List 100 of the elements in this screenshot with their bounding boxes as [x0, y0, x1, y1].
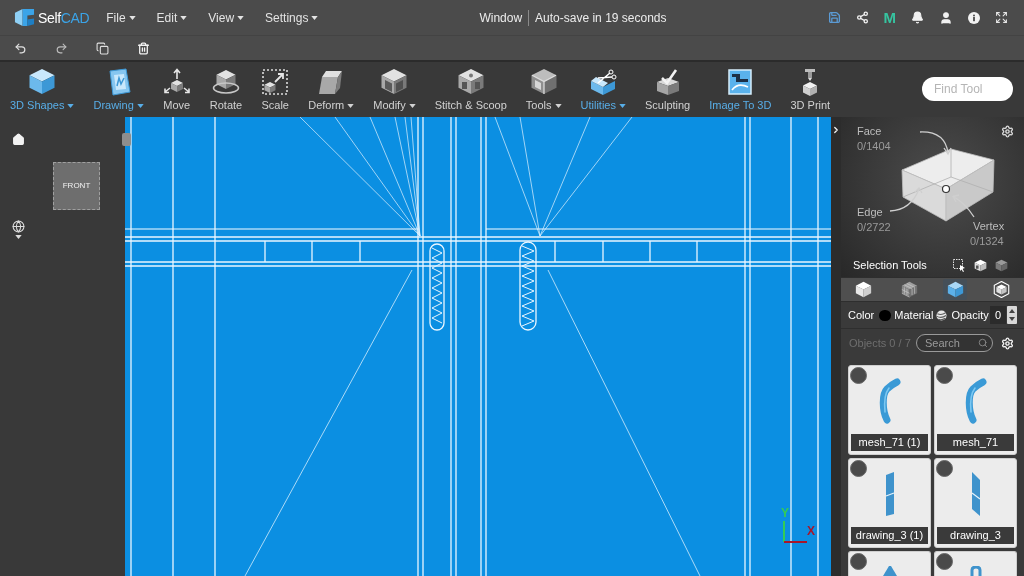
- box-scissors-icon: [589, 68, 618, 96]
- info-icon[interactable]: [968, 11, 980, 24]
- color-swatch-icon[interactable]: [879, 309, 892, 321]
- globe-icon[interactable]: [12, 220, 25, 233]
- tool-button[interactable]: Image To 3D: [709, 68, 772, 112]
- selection-type-label: Face: [857, 125, 882, 138]
- curved-bar-thumbnail: [963, 378, 988, 424]
- tool-button[interactable]: Modify: [373, 68, 416, 112]
- user-icon[interactable]: [939, 10, 953, 25]
- cube-select-icon[interactable]: [974, 258, 987, 272]
- fullscreen-icon[interactable]: [995, 11, 1008, 24]
- tool-button[interactable]: Move: [162, 68, 191, 112]
- object-name: mesh_71: [937, 434, 1014, 451]
- striped-sphere-icon[interactable]: [936, 309, 948, 321]
- tool-button[interactable]: Tools: [525, 68, 562, 112]
- share-icon[interactable]: [855, 11, 869, 24]
- slanted-panel-thumbnail: [883, 471, 896, 517]
- caret-icon: [237, 15, 245, 20]
- caret-icon: [180, 15, 188, 20]
- grid-cube-icon: [901, 281, 919, 298]
- tool-button[interactable]: Utilities: [580, 68, 626, 112]
- solid-block-icon[interactable]: [995, 258, 1008, 272]
- menu-button[interactable]: File: [106, 8, 136, 27]
- redo-icon[interactable]: [55, 41, 68, 55]
- object-card[interactable]: [934, 551, 1017, 576]
- tool-button[interactable]: Rotate: [209, 68, 243, 112]
- settings-icon[interactable]: [1001, 125, 1014, 138]
- object-card[interactable]: [848, 551, 931, 576]
- caret-icon: [619, 103, 626, 108]
- caret-icon: [15, 235, 22, 239]
- stepper-arrows-icon[interactable]: [1007, 306, 1017, 324]
- undo-icon[interactable]: [14, 41, 27, 55]
- selection-mode-button[interactable]: [943, 279, 968, 300]
- search-field[interactable]: Search: [916, 334, 993, 352]
- home-icon[interactable]: [12, 133, 25, 146]
- solid-cube-icon: [855, 281, 873, 298]
- tool-button[interactable]: 3D Shapes: [10, 68, 75, 112]
- color-label: Color: [848, 307, 875, 323]
- tool-button[interactable]: Stitch & Scoop: [434, 68, 507, 112]
- caret-icon: [67, 103, 75, 108]
- save-icon[interactable]: [827, 11, 841, 24]
- picture-icon: [726, 68, 755, 96]
- pointer-arrow: [889, 186, 923, 212]
- tool-button[interactable]: Scale: [261, 68, 290, 112]
- shaded-cube-icon: [946, 281, 964, 298]
- object-card[interactable]: drawing_3: [934, 458, 1017, 548]
- curved-bar-thumbnail: [877, 378, 902, 424]
- opacity-label: Opacity: [951, 307, 989, 323]
- caret-icon: [311, 15, 319, 20]
- axis-label: Y: [781, 507, 789, 520]
- trash-icon[interactable]: [137, 41, 150, 55]
- object-name: drawing_3 (1): [851, 527, 928, 544]
- app-logo-icon: [14, 7, 35, 28]
- caret-icon: [554, 103, 562, 108]
- object-card[interactable]: drawing_3 (1): [848, 458, 931, 548]
- open-cube-icon: [529, 68, 558, 96]
- wedge-thumbnail: [882, 566, 897, 576]
- selection-type-label: Edge: [857, 206, 883, 219]
- caret-icon: [408, 103, 416, 108]
- notification-bell-icon[interactable]: [911, 11, 924, 24]
- axis-lines-icon: [783, 521, 807, 543]
- app-logo-text: SelfCAD: [38, 10, 90, 25]
- loop-thumbnail: [968, 566, 983, 576]
- tool-button[interactable]: Drawing: [93, 68, 144, 112]
- chevron-right-icon[interactable]: [831, 125, 841, 135]
- object-name: drawing_3: [937, 527, 1014, 544]
- find-tool-field[interactable]: Find Tool: [922, 77, 1013, 101]
- tool-button[interactable]: Sculpting: [645, 68, 691, 112]
- hexagon-cube-icon: [992, 281, 1010, 298]
- object-card[interactable]: mesh_71 (1): [848, 365, 931, 455]
- view-cube[interactable]: FRONT: [53, 162, 100, 210]
- opacity-field[interactable]: 0: [990, 306, 1006, 324]
- menu-button[interactable]: View: [208, 8, 245, 27]
- object-card[interactable]: mesh_71: [934, 365, 1017, 455]
- cube-arrows-icon: [162, 68, 191, 96]
- axis-label: X: [807, 525, 815, 538]
- search-icon[interactable]: [978, 338, 988, 348]
- tool-button[interactable]: 3D Print: [790, 68, 831, 112]
- slanted-panel-thumbnail: [969, 471, 982, 517]
- object-name: mesh_71 (1): [851, 434, 928, 451]
- selection-type-label: Vertex: [973, 220, 1005, 233]
- menu-button[interactable]: Settings: [265, 8, 319, 27]
- pointer-arrow: [952, 194, 975, 218]
- vertex-marker-icon: [941, 184, 951, 194]
- selection-count: 0/1404: [857, 140, 891, 153]
- material-label: Material: [894, 307, 934, 323]
- tool-button[interactable]: Deform: [308, 68, 355, 112]
- panel-handle[interactable]: [122, 133, 131, 146]
- selection-tools-label: Selection Tools: [853, 257, 927, 273]
- cube-icon: [28, 68, 57, 96]
- m-letter-link[interactable]: M: [883, 10, 896, 25]
- marquee-cursor-icon[interactable]: [953, 258, 966, 272]
- pointer-arrow: [919, 131, 952, 156]
- caret-icon: [128, 15, 136, 20]
- menu-button[interactable]: Edit: [156, 8, 188, 27]
- copy-icon[interactable]: [96, 41, 109, 55]
- document-title: Window: [479, 9, 523, 27]
- selection-count: 0/2722: [857, 221, 891, 234]
- hollow-cube-icon: [380, 68, 409, 96]
- selection-count: 0/1324: [970, 235, 1004, 248]
